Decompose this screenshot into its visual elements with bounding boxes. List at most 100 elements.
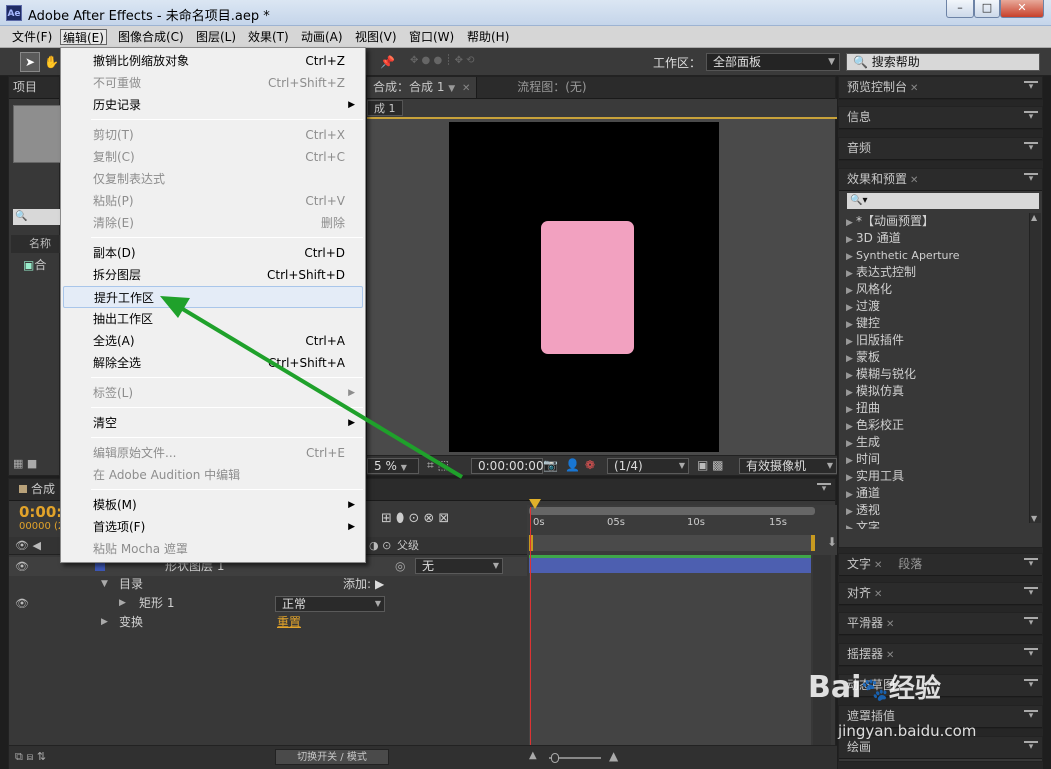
layer-duration-bar[interactable] bbox=[529, 558, 811, 573]
add-play-icon[interactable]: ▶ bbox=[375, 575, 384, 594]
project-tab[interactable]: 项目 bbox=[9, 77, 59, 99]
comp-marker-icon[interactable]: ⬇ bbox=[827, 535, 837, 549]
close-icon[interactable]: ✕ bbox=[910, 175, 918, 186]
workspace-select[interactable]: 全部面板 ▼ bbox=[706, 53, 840, 71]
panel-menu-icon[interactable]: ▾ bbox=[1024, 173, 1038, 185]
comp-viewer[interactable] bbox=[449, 122, 719, 452]
menu-file[interactable]: 文件(F) bbox=[10, 29, 54, 45]
menu-item-copy[interactable]: 复制(C) Ctrl+C bbox=[63, 146, 363, 168]
panel-menu-icon[interactable]: ▾ bbox=[1024, 111, 1038, 123]
color-channel-icon[interactable]: ❁ bbox=[585, 458, 595, 472]
paint-tab[interactable]: 绘画 bbox=[839, 737, 1042, 759]
effects-item[interactable]: ▶ Synthetic Aperture bbox=[846, 247, 960, 264]
effects-tab[interactable]: 效果和预置 ✕ bbox=[839, 169, 1042, 191]
zoom-select[interactable]: 5 % ▼ bbox=[367, 458, 419, 474]
reset-link[interactable]: 重置 bbox=[277, 613, 301, 632]
close-icon[interactable]: ✕ bbox=[874, 560, 882, 571]
menu-item-cut[interactable]: 剪切(T) Ctrl+X bbox=[63, 124, 363, 146]
text-tab[interactable]: 文字 ✕ 段落 bbox=[839, 554, 1042, 576]
timeline-scrollbar[interactable] bbox=[813, 555, 831, 745]
close-icon[interactable]: ✕ bbox=[874, 589, 882, 600]
expand-triangle-icon[interactable]: ▶ bbox=[119, 594, 126, 613]
scroll-up-icon[interactable]: ▲ bbox=[1031, 213, 1037, 222]
smoother-tab[interactable]: 平滑器 ✕ bbox=[839, 613, 1042, 635]
menu-item-undo[interactable]: 撤销比例缩放对象 Ctrl+Z bbox=[63, 50, 363, 72]
close-icon[interactable]: ✕ bbox=[910, 83, 918, 94]
panel-menu-icon[interactable]: ▾ bbox=[1024, 617, 1038, 629]
effects-item[interactable]: ▶ 生成 bbox=[846, 434, 880, 451]
panel-menu-icon[interactable]: ▾ bbox=[1024, 558, 1038, 570]
menu-item-deselect-all[interactable]: 解除全选 Ctrl+Shift+A bbox=[63, 352, 363, 374]
preview-tab[interactable]: 预览控制台 ✕ bbox=[839, 77, 1042, 99]
menu-item-select-all[interactable]: 全选(A) Ctrl+A bbox=[63, 330, 363, 352]
camera-select[interactable]: 有效摄像机 ▼ bbox=[739, 458, 837, 474]
menu-animation[interactable]: 动画(A) bbox=[299, 29, 345, 45]
menu-item-redo[interactable]: 不可重做 Ctrl+Shift+Z bbox=[63, 72, 363, 94]
transform-row[interactable]: ▶ 变换 重置 bbox=[9, 613, 527, 632]
timeline-timecode[interactable]: 0:00: bbox=[19, 503, 62, 521]
panel-menu-icon[interactable]: ▾ bbox=[1024, 741, 1038, 753]
expand-triangle-icon[interactable]: ▶ bbox=[101, 613, 108, 632]
tab-flowchart[interactable]: 流程图：(无) bbox=[481, 77, 586, 98]
effects-item[interactable]: ▶ 3D 通道 bbox=[846, 230, 901, 247]
menu-item-history[interactable]: 历史记录 ▶ bbox=[63, 94, 363, 116]
minimize-button[interactable]: – bbox=[946, 0, 974, 18]
breadcrumb[interactable]: 成 1 bbox=[367, 100, 403, 116]
pink-rectangle-shape[interactable] bbox=[541, 221, 634, 354]
effects-item[interactable]: ▶ *【动画预置】 bbox=[846, 213, 934, 230]
menu-item-clear[interactable]: 清除(E) 删除 bbox=[63, 212, 363, 234]
show-snapshot-icon[interactable]: 👤 bbox=[565, 458, 580, 472]
visibility-eye-icon[interactable]: 👁 bbox=[15, 557, 29, 576]
effects-item[interactable]: ▶ 过渡 bbox=[846, 298, 880, 315]
menu-window[interactable]: 窗口(W) bbox=[407, 29, 456, 45]
camera-snapshot-icon[interactable]: 📷 bbox=[543, 458, 558, 472]
selection-tool-icon[interactable]: ➤ bbox=[20, 52, 40, 72]
time-ruler[interactable]: 0s 05s 10s 15s ⬇ bbox=[527, 505, 837, 555]
effects-item[interactable]: ▶ 表达式控制 bbox=[846, 264, 916, 281]
menu-item-copy-expression[interactable]: 仅复制表达式 bbox=[63, 168, 363, 190]
effects-item[interactable]: ▶ 透视 bbox=[846, 502, 880, 519]
menu-edit[interactable]: 编辑(E) bbox=[60, 29, 107, 45]
zoom-in-icon[interactable]: ▲ bbox=[609, 749, 618, 763]
rectangle-row[interactable]: 👁 ▶ 矩形 1 正常 ▼ bbox=[9, 594, 527, 613]
info-tab[interactable]: 信息 bbox=[839, 107, 1042, 129]
menu-item-extract-work-area[interactable]: 抽出工作区 bbox=[63, 308, 363, 330]
close-icon[interactable]: ✕ bbox=[462, 83, 470, 94]
menu-item-templates[interactable]: 模板(M) ▶ bbox=[63, 494, 363, 516]
close-button[interactable]: ✕ bbox=[1000, 0, 1044, 18]
blend-mode-select[interactable]: 正常 ▼ bbox=[275, 596, 385, 612]
panel-menu-icon[interactable]: ▾ bbox=[1024, 142, 1038, 154]
project-search-input[interactable]: 🔍 bbox=[13, 209, 61, 225]
tab-composition[interactable]: 合成：合成 1 ▼ ✕ bbox=[367, 77, 478, 98]
hand-tool-icon[interactable]: ✋ bbox=[44, 52, 59, 72]
maximize-button[interactable]: □ bbox=[974, 0, 1000, 18]
effects-search-input[interactable]: 🔍▾ bbox=[847, 193, 1039, 209]
project-item-comp[interactable]: ▣合 bbox=[23, 257, 63, 273]
audio-tab[interactable]: 音频 bbox=[839, 138, 1042, 160]
menu-item-preferences[interactable]: 首选项(F) ▶ bbox=[63, 516, 363, 538]
timeline-track-area[interactable] bbox=[529, 573, 811, 745]
paragraph-tab[interactable]: 段落 bbox=[898, 557, 922, 571]
menu-item-edit-in-audition[interactable]: 在 Adobe Audition 中编辑 bbox=[63, 464, 363, 486]
align-tab[interactable]: 对齐 ✕ bbox=[839, 583, 1042, 605]
effects-item[interactable]: ▶ 旧版插件 bbox=[846, 332, 904, 349]
menu-item-duplicate[interactable]: 副本(D) Ctrl+D bbox=[63, 242, 363, 264]
close-icon[interactable]: ✕ bbox=[886, 650, 894, 661]
menu-item-paste[interactable]: 粘贴(P) Ctrl+V bbox=[63, 190, 363, 212]
effects-item[interactable]: ▶ 蒙板 bbox=[846, 349, 880, 366]
menu-effect[interactable]: 效果(T) bbox=[246, 29, 291, 45]
visibility-eye-icon[interactable]: 👁 bbox=[15, 594, 29, 613]
playhead-icon[interactable] bbox=[529, 499, 541, 509]
menu-layer[interactable]: 图层(L) bbox=[194, 29, 238, 45]
timecode-field[interactable]: 0:00:00:00 bbox=[471, 458, 544, 474]
transparency-grid-icon[interactable]: ▣ ▩ bbox=[697, 458, 724, 472]
menu-composition[interactable]: 图像合成(C) bbox=[116, 29, 186, 45]
effects-item[interactable]: ▶ 扭曲 bbox=[846, 400, 880, 417]
project-footer-icons[interactable]: ▦ ■ bbox=[13, 457, 53, 471]
panel-menu-icon[interactable]: ▾ bbox=[1024, 587, 1038, 599]
wiggler-tab[interactable]: 摇摆器 ✕ bbox=[839, 644, 1042, 666]
panel-menu-icon[interactable]: ▾ bbox=[1024, 81, 1038, 93]
pin-tool-icon[interactable]: 📌 bbox=[380, 52, 400, 72]
scroll-down-icon[interactable]: ▼ bbox=[1031, 514, 1037, 523]
parent-select[interactable]: 无 ▼ bbox=[415, 558, 503, 574]
